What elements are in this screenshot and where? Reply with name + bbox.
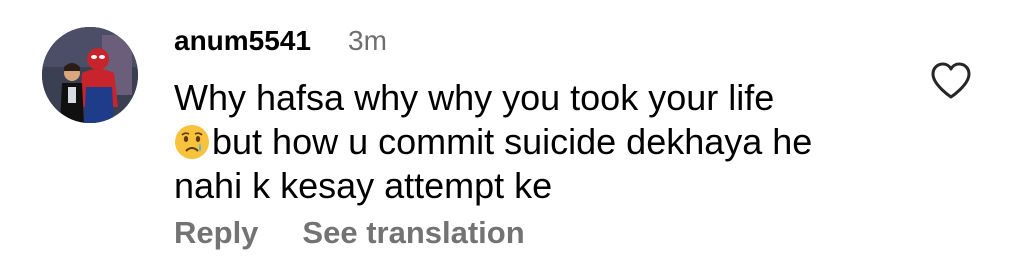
- avatar-image: [42, 27, 138, 123]
- timestamp: 3m: [348, 25, 387, 56]
- avatar[interactable]: [42, 27, 138, 123]
- comment-text-line: Why hafsa why why you took your life: [174, 77, 775, 118]
- reply-button[interactable]: Reply: [174, 214, 258, 252]
- comment-text-line: nahi k kesay attempt ke: [174, 165, 553, 206]
- comment-text: Why hafsa why why you took your life but…: [174, 76, 894, 208]
- username[interactable]: anum5541: [174, 24, 311, 58]
- comment-actions: Reply See translation: [174, 214, 525, 252]
- comment-text-line-with-emoji: but how u commit suicide dekhaya he: [174, 120, 894, 164]
- like-heart-icon[interactable]: [929, 61, 973, 101]
- crying-face-icon: [175, 125, 209, 159]
- see-translation-button[interactable]: See translation: [302, 214, 524, 252]
- comment-item: anum5541 3m Why hafsa why why you took y…: [0, 0, 1024, 266]
- comment-text-line-content: but how u commit suicide dekhaya he: [212, 121, 813, 162]
